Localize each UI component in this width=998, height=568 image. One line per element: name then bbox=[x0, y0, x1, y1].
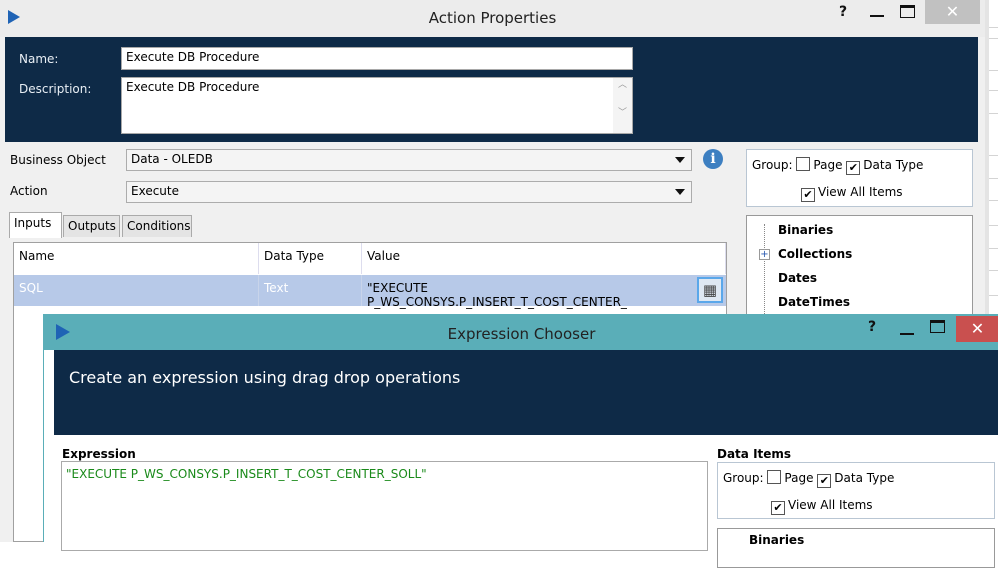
title-bar: Action Properties ? ✕ bbox=[0, 0, 985, 37]
data-type-label: Data Type bbox=[834, 471, 895, 485]
description-input[interactable]: Execute DB Procedure bbox=[121, 77, 633, 134]
business-object-value: Data - OLEDB bbox=[131, 152, 213, 166]
close-button[interactable]: ✕ bbox=[925, 0, 980, 24]
group-label: Group: bbox=[723, 471, 764, 485]
tree-item-collections[interactable]: Collections bbox=[778, 247, 852, 261]
view-all-checkbox[interactable]: ✔ bbox=[771, 501, 785, 515]
expression-label: Expression bbox=[62, 447, 136, 461]
view-all-label: View All Items bbox=[818, 185, 903, 199]
tree-item-datetimes[interactable]: DateTimes bbox=[778, 295, 850, 309]
chevron-down-icon bbox=[675, 189, 685, 195]
cell-name: SQL bbox=[14, 275, 259, 306]
table-row[interactable]: SQL Text "EXECUTE P_WS_CONSYS.P_INSERT_T… bbox=[14, 275, 726, 309]
data-type-checkbox[interactable]: ✔ bbox=[846, 161, 861, 175]
group-options: Group: Page ✔ Data Type ✔ View All Items bbox=[746, 149, 973, 207]
window-title: Action Properties bbox=[428, 9, 557, 27]
view-all-label: View All Items bbox=[788, 498, 873, 512]
page-label: Page bbox=[813, 158, 843, 172]
expand-icon[interactable]: + bbox=[759, 249, 770, 260]
chevron-down-icon bbox=[675, 157, 685, 163]
data-type-checkbox[interactable]: ✔ bbox=[817, 474, 832, 488]
minimize-button[interactable] bbox=[870, 15, 884, 17]
column-header-name[interactable]: Name bbox=[14, 243, 259, 274]
minimize-button[interactable] bbox=[900, 333, 914, 335]
tab-conditions[interactable]: Conditions bbox=[122, 215, 192, 237]
tab-outputs[interactable]: Outputs bbox=[63, 215, 120, 237]
tree-item-binaries[interactable]: Binaries bbox=[778, 223, 833, 237]
page-checkbox[interactable] bbox=[767, 470, 782, 484]
info-icon[interactable]: i bbox=[703, 149, 723, 169]
title-bar: Expression Chooser ? ✕ bbox=[44, 314, 998, 350]
action-value: Execute bbox=[131, 184, 179, 198]
tree-item-binaries[interactable]: Binaries bbox=[749, 533, 804, 547]
maximize-button[interactable] bbox=[900, 5, 915, 18]
header-panel: Create an expression using drag drop ope… bbox=[54, 350, 998, 435]
expression-input[interactable]: "EXECUTE P_WS_CONSYS.P_INSERT_T_COST_CEN… bbox=[61, 461, 708, 551]
group-label: Group: bbox=[752, 158, 793, 172]
header-text: Create an expression using drag drop ope… bbox=[69, 368, 461, 387]
cell-data-type: Text bbox=[259, 275, 362, 306]
name-label: Name: bbox=[19, 52, 59, 66]
data-items-tree: Binaries bbox=[717, 528, 995, 568]
description-scrollbar[interactable]: ︿ ﹀ bbox=[613, 78, 632, 133]
group-options: Group: Page ✔ Data Type ✔ View All Items bbox=[717, 462, 995, 519]
page-label: Page bbox=[784, 471, 814, 485]
group-row: Group: Page ✔ Data Type bbox=[752, 157, 923, 175]
tab-inputs[interactable]: Inputs bbox=[9, 212, 62, 238]
view-all-checkbox[interactable]: ✔ bbox=[801, 188, 815, 202]
maximize-button[interactable] bbox=[930, 320, 945, 333]
tree-item-dates[interactable]: Dates bbox=[778, 271, 817, 285]
column-header-data-type[interactable]: Data Type bbox=[259, 243, 362, 274]
action-select[interactable]: Execute bbox=[126, 181, 692, 203]
window-title: Expression Chooser bbox=[447, 325, 596, 343]
data-items-label: Data Items bbox=[717, 447, 792, 461]
header-panel: Name: Execute DB Procedure Description: … bbox=[5, 37, 978, 142]
group-row: Group: Page ✔ Data Type bbox=[723, 470, 894, 488]
action-label: Action bbox=[10, 184, 48, 198]
description-label: Description: bbox=[19, 82, 92, 96]
cell-value[interactable]: "EXECUTE P_WS_CONSYS.P_INSERT_T_COST_CEN… bbox=[362, 275, 692, 309]
help-button[interactable]: ? bbox=[868, 319, 876, 335]
view-all-row: ✔ View All Items bbox=[801, 185, 903, 202]
page-checkbox[interactable] bbox=[796, 157, 811, 171]
data-type-label: Data Type bbox=[863, 158, 924, 172]
business-object-select[interactable]: Data - OLEDB bbox=[126, 149, 692, 171]
business-object-label: Business Object bbox=[10, 153, 106, 167]
column-header-value[interactable]: Value bbox=[362, 243, 726, 274]
view-all-row: ✔ View All Items bbox=[771, 498, 873, 515]
help-button[interactable]: ? bbox=[839, 4, 847, 20]
close-button[interactable]: ✕ bbox=[956, 316, 998, 342]
name-input[interactable]: Execute DB Procedure bbox=[121, 47, 633, 70]
calculator-button[interactable]: ▦ bbox=[697, 277, 723, 303]
expression-chooser-window: Expression Chooser ? ✕ Create an express… bbox=[43, 314, 998, 568]
